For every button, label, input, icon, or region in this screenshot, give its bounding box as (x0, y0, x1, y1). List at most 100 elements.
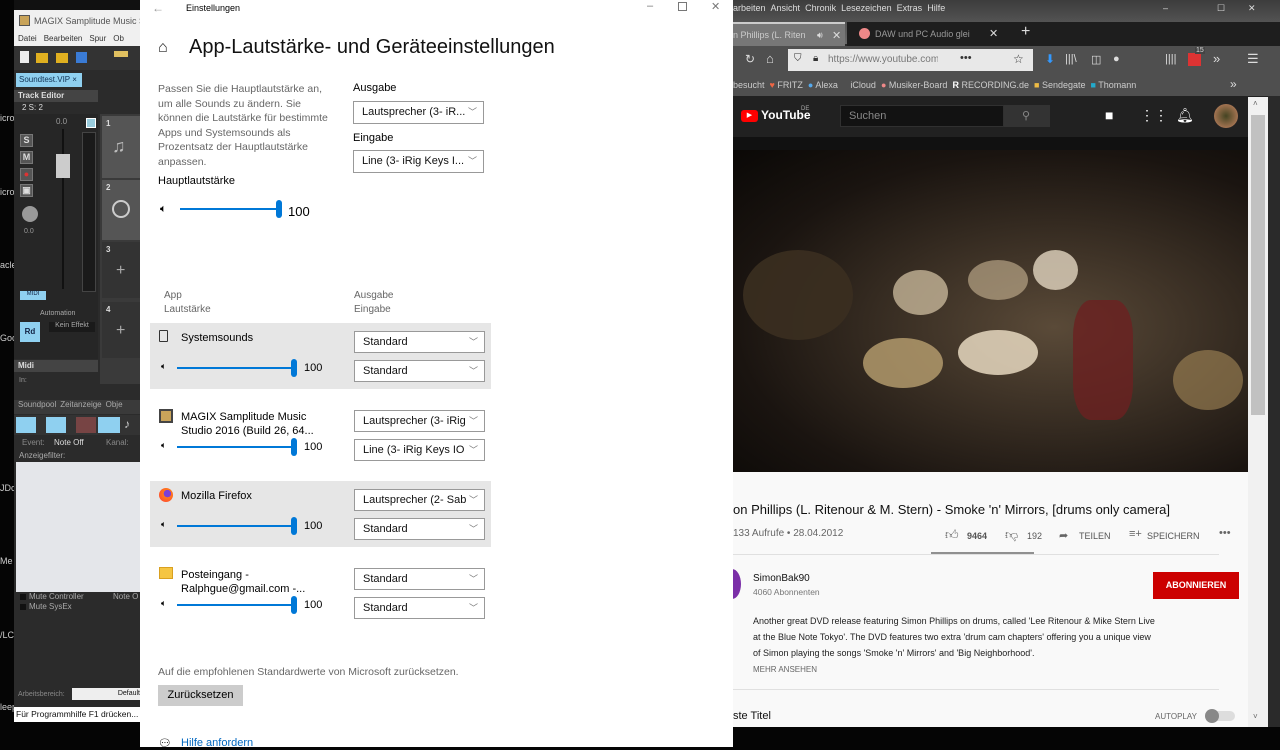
menu-spur[interactable]: Spur (89, 34, 106, 43)
more-actions-icon[interactable]: ••• (1219, 527, 1231, 539)
sidebar-icon[interactable]: ◫ (1091, 53, 1101, 66)
menu-datei[interactable]: Datei (18, 34, 37, 43)
speaker-icon[interactable]: 🔈︎ (161, 598, 166, 609)
piano-roll-icon[interactable] (46, 417, 66, 433)
autoplay-toggle[interactable] (1205, 709, 1235, 723)
read-automation-button[interactable]: Rd (20, 322, 40, 342)
meter-icon[interactable] (86, 118, 96, 128)
speaker-icon[interactable]: 🔈︎ (161, 440, 166, 451)
home-icon[interactable]: ⌂ (158, 39, 168, 57)
bookmark[interactable]: iCloud (850, 80, 876, 90)
app-output-dropdown[interactable]: Lautsprecher (3- iRig ﹀ (354, 410, 485, 432)
library-icon[interactable]: |||\ (1065, 53, 1077, 65)
note-off-checkbox[interactable]: Note O (113, 592, 138, 601)
extension-icon[interactable]: |||| (1165, 53, 1176, 65)
share-icon[interactable]: ➦ (1059, 529, 1068, 542)
url-bar[interactable]: ⛉ 🔒︎ https://www.youtube.com/w ••• ☆ (788, 49, 1033, 71)
app-output-dropdown[interactable]: Standard ﹀ (354, 331, 485, 353)
desktop-label[interactable]: /LC (0, 630, 14, 640)
menu-objekt[interactable]: Ob (113, 34, 124, 43)
app-volume-slider[interactable] (291, 596, 297, 614)
add-track-icon[interactable]: + (116, 262, 125, 280)
hamburger-menu-icon[interactable]: ☰ (1247, 51, 1259, 67)
pan-knob[interactable] (22, 206, 38, 222)
bookmark[interactable]: Musiker-Board (889, 80, 948, 90)
shield-icon[interactable]: ⛉ (794, 53, 802, 64)
lock-button[interactable]: ▣ (20, 184, 33, 197)
open-project-icon[interactable] (56, 53, 68, 63)
back-arrow-icon[interactable]: ← (152, 1, 164, 15)
app-input-dropdown[interactable]: Line (3- iRig Keys IO ﹀ (354, 439, 485, 461)
dislike-icon[interactable]: 👎︎ (1005, 527, 1018, 543)
speaker-icon[interactable]: 🔈︎ (161, 519, 166, 530)
bookmark[interactable]: besucht (733, 80, 765, 90)
download-icon[interactable]: ⬇ (1045, 52, 1055, 66)
new-file-icon[interactable] (20, 51, 29, 63)
home-icon[interactable]: ⌂ (766, 51, 774, 66)
maximize-button[interactable] (678, 2, 687, 11)
save-icon[interactable] (76, 52, 87, 63)
midi-section-header[interactable]: Midi (18, 361, 34, 370)
master-volume-slider[interactable] (276, 200, 282, 218)
search-input[interactable]: Suchen (840, 105, 1004, 127)
track-editor-header[interactable]: Track Editor (18, 91, 64, 100)
bookmark[interactable]: Thomann (1098, 80, 1136, 90)
like-count[interactable]: 9464 (967, 531, 987, 541)
save-playlist-icon[interactable]: ≡+ (1129, 528, 1142, 540)
menu-lesezeichen[interactable]: Lesezeichen (841, 3, 892, 13)
mute-sysex-checkbox[interactable]: Mute SysEx (29, 602, 72, 611)
open-folder-icon[interactable] (36, 53, 48, 63)
channel-name[interactable]: SimonBak90 (753, 573, 810, 584)
effect-slot[interactable]: Kein Effekt (49, 322, 95, 332)
mute-controller-checkbox[interactable]: Mute Controller (29, 592, 84, 601)
channel-avatar[interactable] (733, 569, 741, 599)
event-value[interactable]: Note Off (54, 438, 84, 447)
solo-button[interactable]: S (20, 134, 33, 147)
app-input-dropdown[interactable]: Standard ﹀ (354, 518, 485, 540)
tab-daw[interactable]: DAW und PC Audio gleichzeiti ✕ (847, 22, 1005, 46)
app-input-dropdown[interactable]: Standard ﹀ (354, 360, 485, 382)
controller-editor-icon[interactable] (98, 417, 120, 433)
search-button[interactable]: ⚲ (1004, 105, 1050, 127)
tab-zeitanzeige[interactable]: Zeitanzeige (60, 400, 101, 409)
output-device-dropdown[interactable]: Lautsprecher (3- iR... ﹀ (353, 101, 484, 124)
overflow-chevron-icon[interactable]: » (1213, 51, 1220, 66)
scrollbar[interactable]: ˄ ˅ (1248, 97, 1268, 727)
reload-icon[interactable]: ↻ (745, 52, 755, 66)
video-player[interactable] (733, 150, 1268, 472)
bookmarks-overflow-icon[interactable]: » (1230, 77, 1237, 91)
bookmark[interactable]: Sendegate (1042, 80, 1086, 90)
new-tab-button[interactable]: + (1021, 23, 1030, 41)
subscribe-button[interactable]: ABONNIEREN (1153, 572, 1239, 599)
menu-chronik[interactable]: Chronik (805, 3, 836, 13)
drum-editor-icon[interactable] (76, 417, 96, 433)
extension-red-icon[interactable] (1188, 53, 1201, 66)
speaker-icon[interactable]: 🔈︎ (161, 361, 166, 372)
avatar[interactable] (1214, 104, 1238, 128)
reset-button[interactable]: Zurücksetzen (158, 685, 243, 706)
app-input-dropdown[interactable]: Standard ﹀ (354, 597, 485, 619)
event-list[interactable] (16, 462, 142, 592)
tab-soundpool[interactable]: Soundpool (18, 400, 56, 409)
workspace-select[interactable]: Default (72, 688, 142, 700)
record-button[interactable]: ● (20, 168, 33, 181)
track-selector[interactable]: 2 S: 2 (22, 103, 43, 112)
maximize-button[interactable]: ☐ (1217, 3, 1225, 14)
account-icon[interactable]: ● (1113, 53, 1120, 65)
midi-button[interactable]: MIDI (20, 291, 46, 300)
scrollbar-thumb[interactable] (1251, 115, 1265, 415)
track-number[interactable]: 4 (106, 305, 110, 314)
notifications-bell-icon[interactable]: 🔔︎ (1176, 107, 1194, 124)
score-editor-icon[interactable]: ♪ (124, 417, 140, 433)
doc-tab-soundtest[interactable]: Soundtest.VIP × (16, 73, 82, 87)
bookmark[interactable]: FRITZ (777, 80, 803, 90)
close-button[interactable]: ✕ (1248, 3, 1256, 14)
bookmark[interactable]: Alexa (815, 80, 838, 90)
dislike-count[interactable]: 192 (1027, 531, 1042, 541)
menu-bearbeiten[interactable]: arbeiten (733, 3, 766, 13)
audio-playing-icon[interactable]: 🔊︎ (817, 30, 823, 41)
menu-bearbeiten[interactable]: Bearbeiten (44, 34, 83, 43)
url-text[interactable]: https://www.youtube.com/w (828, 54, 938, 65)
input-device-dropdown[interactable]: Line (3- iRig Keys I... ﹀ (353, 150, 484, 173)
track-number[interactable]: 2 (106, 183, 110, 192)
